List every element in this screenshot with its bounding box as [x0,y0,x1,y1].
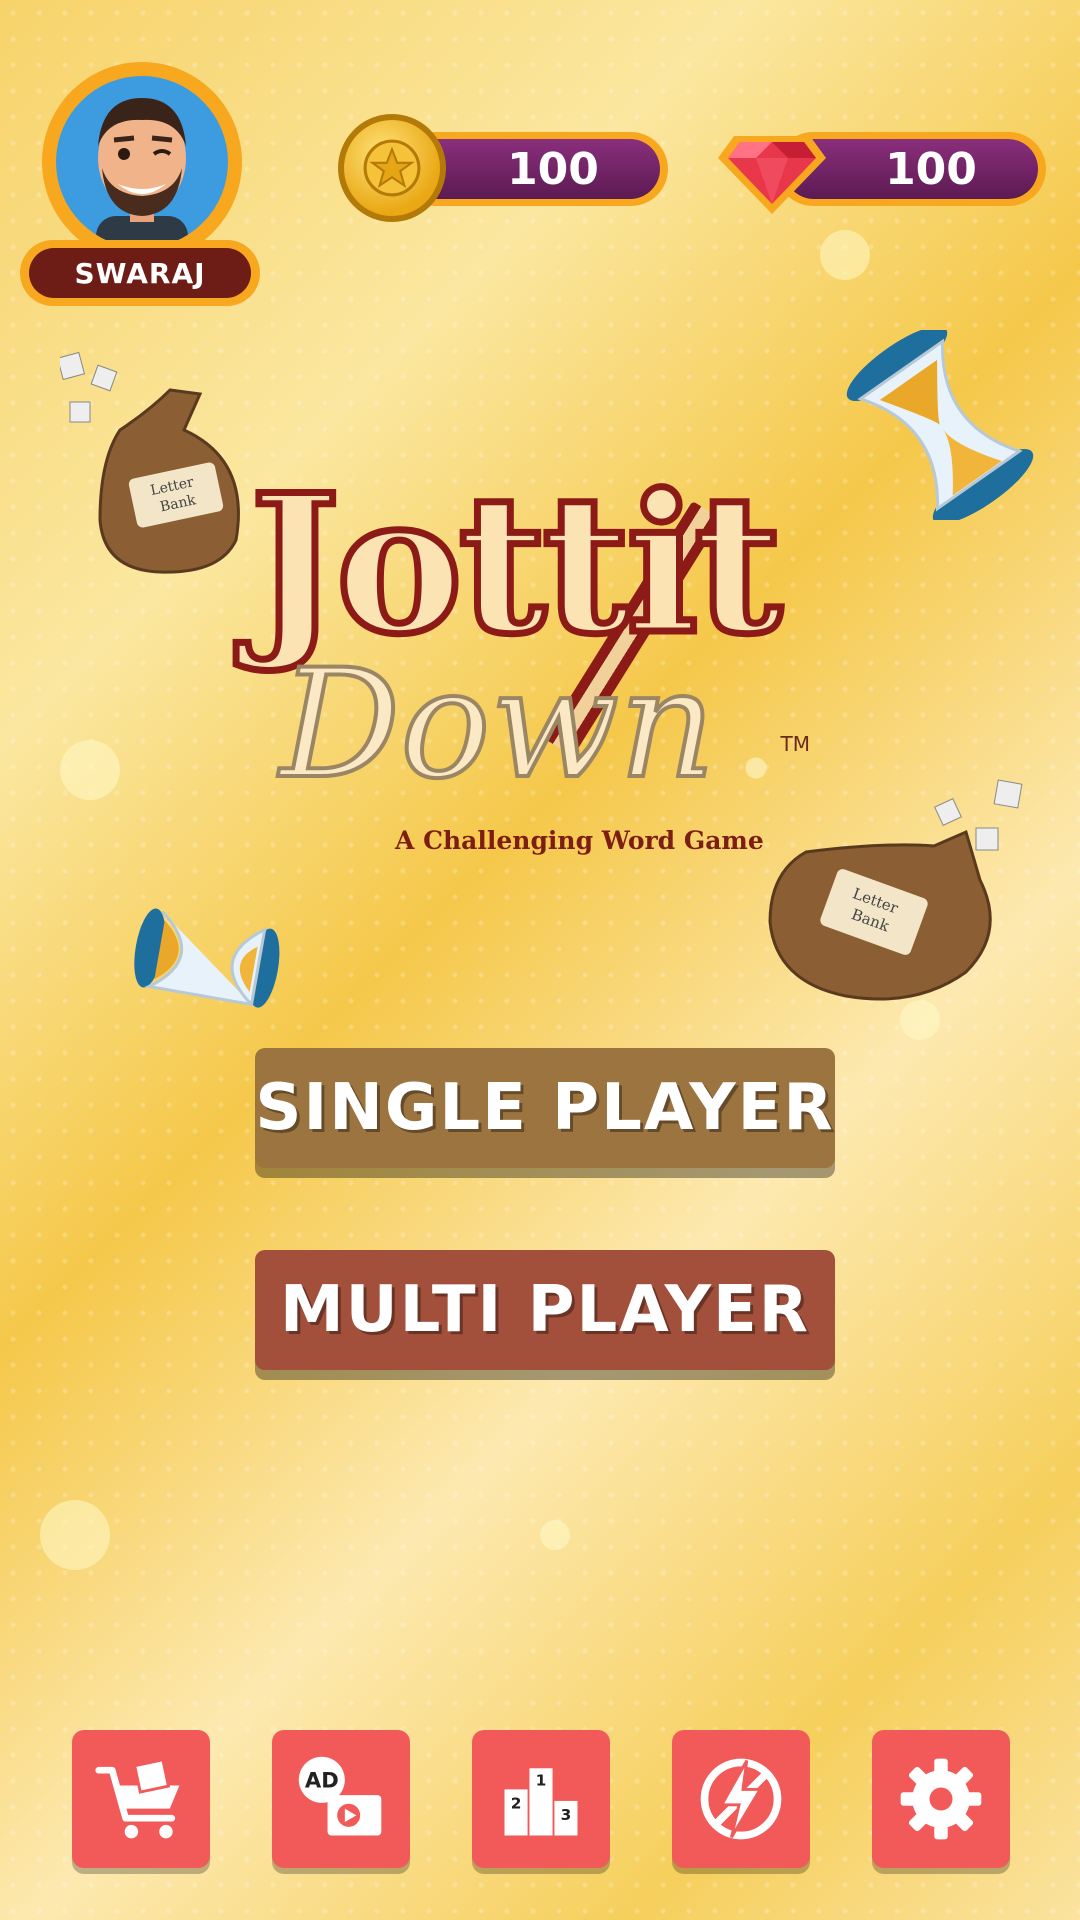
bokeh-light [40,1500,110,1570]
player-name-pill[interactable]: SWARAJ [20,240,260,306]
watch-ad-button[interactable]: AD [272,1730,410,1868]
coin-icon [338,114,446,222]
svg-text:Bank: Bank [849,905,892,935]
letter-bank-bag-icon: Letter Bank [56,350,260,580]
bottom-toolbar: AD 1 2 3 [72,1730,1012,1870]
cart-icon [95,1758,180,1839]
player-name: SWARAJ [29,248,251,298]
hourglass-icon [126,898,286,1028]
logo-subtitle: Down [278,638,718,812]
bokeh-light [540,1520,570,1550]
svg-text:AD: AD [305,1767,339,1792]
svg-text:2: 2 [511,1795,522,1813]
multi-player-button[interactable]: MULTI PLAYER [255,1250,835,1370]
ad-video-icon: AD [298,1756,382,1836]
no-ads-button[interactable] [672,1730,810,1868]
svg-text:1: 1 [536,1772,547,1790]
bokeh-light [60,740,120,800]
coin-counter[interactable]: 100 [338,114,678,222]
game-logo: Jottit Down TM A Challenging Word Game [246,453,850,860]
logo-trademark: TM [780,732,810,756]
gear-icon [900,1758,982,1840]
gem-icon [716,118,828,218]
logo-title: Jottit [246,453,785,676]
avatar-face [56,76,228,248]
bokeh-light [820,230,870,280]
leaderboard-button[interactable]: 1 2 3 [472,1730,610,1868]
svg-text:Letter: Letter [149,474,195,499]
logo-tagline: A Challenging Word Game [395,826,764,855]
bokeh-light [900,1000,940,1040]
gem-counter[interactable]: 100 [716,124,1056,214]
single-player-button[interactable]: SINGLE PLAYER [255,1048,835,1168]
hourglass-icon [840,326,1040,524]
settings-button[interactable] [872,1730,1010,1868]
lightning-icon [700,1758,782,1840]
shop-button[interactable] [72,1730,210,1868]
svg-text:Bank: Bank [159,492,198,515]
player-avatar[interactable] [42,62,242,262]
svg-text:3: 3 [561,1806,572,1824]
svg-text:Letter: Letter [850,884,901,917]
podium-icon: 1 2 3 [504,1768,578,1836]
